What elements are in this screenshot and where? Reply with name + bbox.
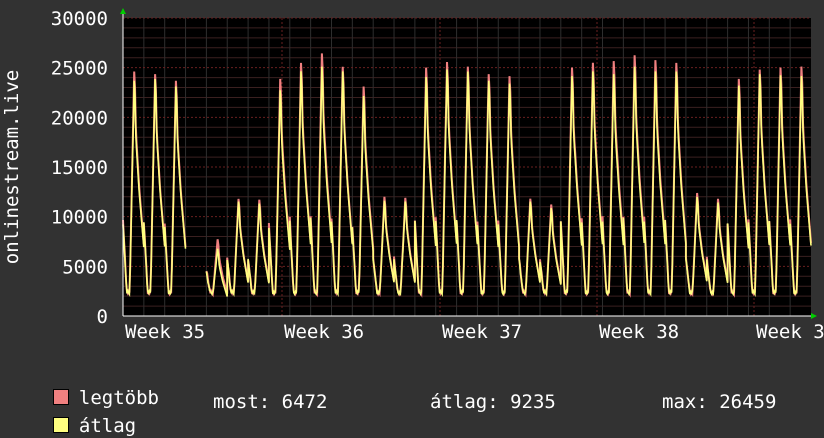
y-axis-arrow	[120, 8, 126, 14]
chart: 0 5000 10000 15000 20000 25000 30000 Week 35 Wee…	[1, 8, 824, 343]
y-tick-label: 0	[97, 306, 108, 328]
y-tick-label: 20000	[51, 107, 108, 129]
stat-maximum: max: 26459	[662, 391, 777, 413]
x-axis-arrow	[811, 313, 817, 319]
x-tick-label: Week 37	[442, 321, 522, 343]
y-axis-label: onlinestream.live	[1, 70, 23, 264]
x-tick-label: Week 36	[284, 321, 364, 343]
x-tick-label: Week 38	[599, 321, 679, 343]
stat-current: most: 6472	[213, 391, 328, 413]
legend-item-avg: átlag	[30, 390, 136, 438]
legend-label-avg: átlag	[78, 415, 137, 437]
y-tick-label: 15000	[51, 157, 108, 179]
legend-swatch-avg	[52, 417, 69, 433]
x-tick-label: Week 3	[756, 321, 824, 343]
y-tick-label: 25000	[51, 58, 108, 80]
stat-average: átlag: 9235	[430, 391, 556, 413]
y-tick-label: 10000	[51, 207, 108, 229]
x-tick-label: Week 35	[125, 321, 205, 343]
y-tick-label: 30000	[51, 8, 108, 30]
y-tick-label: 5000	[62, 256, 108, 278]
